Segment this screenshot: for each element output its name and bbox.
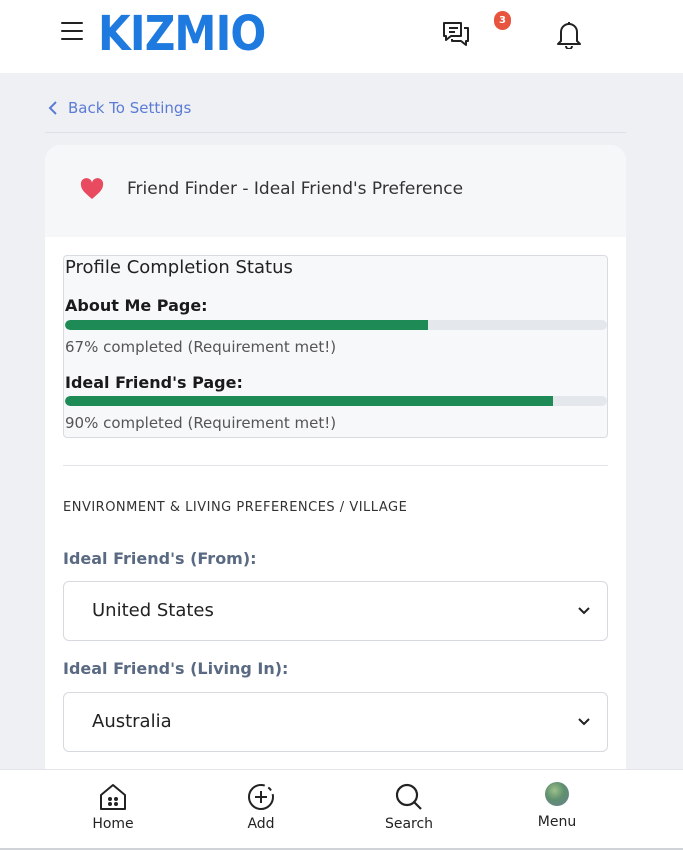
nav-menu-label: Menu bbox=[537, 814, 577, 830]
card-header: Friend Finder - Ideal Friend's Preferenc… bbox=[45, 145, 626, 237]
hamburger-icon[interactable] bbox=[61, 22, 83, 42]
section-divider bbox=[63, 465, 608, 466]
chevron-down-icon bbox=[578, 607, 590, 615]
nav-menu[interactable]: Menu bbox=[512, 770, 602, 849]
status-title: Profile Completion Status bbox=[65, 257, 293, 278]
page: KIZMIO 3 Back To Settings Friend Finder … bbox=[0, 0, 683, 850]
ideal-friend-progress-fill bbox=[65, 396, 553, 406]
top-bar: KIZMIO 3 bbox=[0, 0, 683, 73]
bottom-nav: Home Add Search Menu bbox=[0, 769, 683, 848]
heart-icon bbox=[80, 178, 104, 199]
section-heading: ENVIRONMENT & LIVING PREFERENCES / VILLA… bbox=[63, 500, 408, 515]
ideal-friend-label: Ideal Friend's Page: bbox=[65, 373, 243, 392]
from-select[interactable]: United States bbox=[63, 581, 608, 641]
search-icon bbox=[395, 783, 422, 810]
nav-add[interactable]: Add bbox=[216, 770, 306, 849]
avatar bbox=[545, 782, 569, 806]
ideal-friend-progress-text: 90% completed (Requirement met!) bbox=[65, 414, 337, 432]
nav-home[interactable]: Home bbox=[68, 770, 158, 849]
home-icon bbox=[100, 784, 126, 810]
profile-completion-status: Profile Completion Status About Me Page:… bbox=[63, 255, 608, 438]
preference-card: Friend Finder - Ideal Friend's Preferenc… bbox=[45, 145, 626, 845]
card-title: Friend Finder - Ideal Friend's Preferenc… bbox=[127, 179, 464, 199]
living-in-select[interactable]: Australia bbox=[63, 692, 608, 752]
nav-add-label: Add bbox=[247, 816, 275, 832]
app-logo[interactable]: KIZMIO bbox=[98, 6, 266, 62]
add-circle-icon bbox=[248, 784, 274, 810]
back-to-settings-link[interactable]: Back To Settings bbox=[48, 97, 191, 119]
about-me-label: About Me Page: bbox=[65, 296, 208, 315]
nav-search-label: Search bbox=[384, 816, 434, 832]
back-link-label: Back To Settings bbox=[68, 99, 192, 117]
from-select-value: United States bbox=[92, 600, 214, 621]
bell-icon[interactable] bbox=[555, 19, 583, 49]
chevron-left-icon bbox=[48, 101, 57, 115]
chat-icon[interactable] bbox=[441, 19, 471, 49]
from-label: Ideal Friend's (From): bbox=[63, 549, 257, 568]
chevron-down-icon bbox=[578, 718, 590, 726]
notification-badge: 3 bbox=[494, 11, 511, 30]
about-me-progress-text: 67% completed (Requirement met!) bbox=[65, 338, 337, 356]
about-me-progress-bar bbox=[65, 320, 607, 330]
living-in-label: Ideal Friend's (Living In): bbox=[63, 659, 289, 678]
about-me-progress-fill bbox=[65, 320, 429, 330]
nav-search[interactable]: Search bbox=[364, 770, 454, 849]
living-in-select-value: Australia bbox=[92, 711, 172, 732]
ideal-friend-progress-bar bbox=[65, 396, 607, 406]
nav-home-label: Home bbox=[92, 816, 134, 832]
divider bbox=[45, 132, 626, 133]
